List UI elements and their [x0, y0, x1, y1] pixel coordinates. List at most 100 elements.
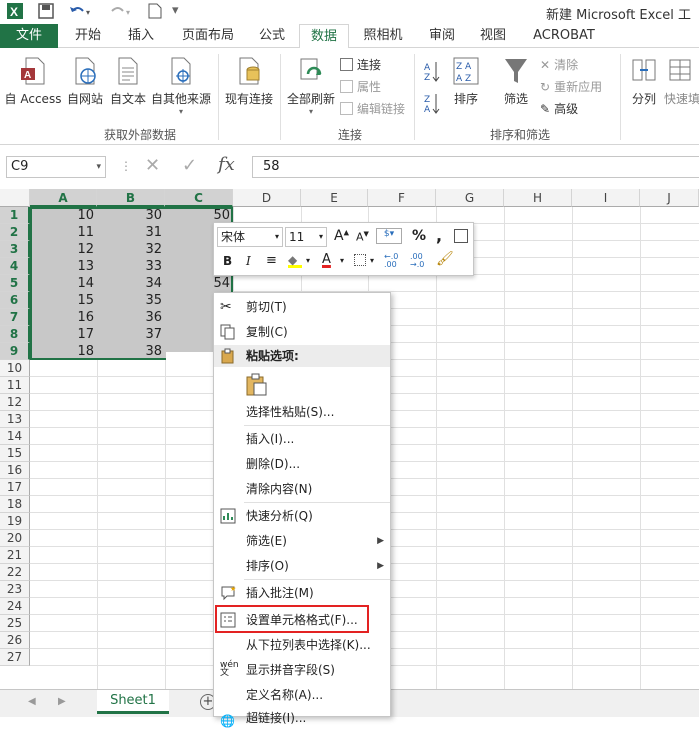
- tab-data[interactable]: 数据: [299, 24, 349, 49]
- col-header-i[interactable]: I: [572, 189, 640, 207]
- tab-page-layout[interactable]: 页面布局: [172, 24, 244, 48]
- from-access-button[interactable]: A 自 Access: [2, 56, 64, 107]
- cell-b4[interactable]: 33: [97, 258, 165, 275]
- col-header-g[interactable]: G: [436, 189, 504, 207]
- row-header[interactable]: 6: [0, 292, 30, 309]
- comma-style-button[interactable]: ,: [436, 226, 442, 245]
- row-header[interactable]: 3: [0, 241, 30, 258]
- number-format-icon[interactable]: $▾: [376, 228, 402, 244]
- font-name-select[interactable]: 宋体 ▾: [217, 227, 283, 247]
- cell-a1[interactable]: 10: [30, 207, 97, 224]
- menu-item-define-name[interactable]: 定义名称(A)...: [214, 684, 390, 706]
- customize-qa-icon[interactable]: ▾: [172, 3, 179, 21]
- increase-decimal-icon[interactable]: ←.0.00: [384, 253, 398, 269]
- from-text-button[interactable]: 自文本: [107, 56, 149, 107]
- cell-b5[interactable]: 34: [97, 275, 165, 292]
- sheet-tab-sheet1[interactable]: Sheet1: [97, 690, 169, 714]
- tab-home[interactable]: 开始: [66, 24, 110, 48]
- row-header[interactable]: 5: [0, 275, 30, 292]
- col-header-c[interactable]: C: [165, 189, 233, 207]
- cell-b7[interactable]: 36: [97, 309, 165, 326]
- cancel-formula-icon[interactable]: ✕: [145, 155, 160, 176]
- row-header[interactable]: 1: [0, 207, 30, 224]
- confirm-formula-icon[interactable]: ✓: [182, 155, 197, 176]
- percent-style-button[interactable]: %: [412, 228, 426, 244]
- italic-button[interactable]: I: [246, 254, 251, 268]
- cell-a4[interactable]: 13: [30, 258, 97, 275]
- row-header[interactable]: 26: [0, 632, 30, 649]
- row-header[interactable]: 25: [0, 615, 30, 632]
- row-header[interactable]: 8: [0, 326, 30, 343]
- cell-a2[interactable]: 11: [30, 224, 97, 241]
- cell-b2[interactable]: 31: [97, 224, 165, 241]
- col-header-f[interactable]: F: [368, 189, 436, 207]
- col-header-j[interactable]: J: [640, 189, 699, 207]
- formula-input[interactable]: 58: [252, 156, 699, 178]
- menu-item-delete[interactable]: 删除(D)...: [214, 453, 390, 475]
- menu-item-show-phonetic[interactable]: wén 文显示拼音字段(S): [214, 659, 390, 681]
- row-header[interactable]: 22: [0, 564, 30, 581]
- row-header[interactable]: 20: [0, 530, 30, 547]
- select-all-corner[interactable]: [0, 189, 30, 207]
- decrease-font-icon[interactable]: A▼: [356, 230, 369, 244]
- menu-item-insert-comment[interactable]: ★ 插入批注(M): [214, 582, 390, 604]
- row-header[interactable]: 17: [0, 479, 30, 496]
- cell-b8[interactable]: 37: [97, 326, 165, 343]
- menu-item-filter[interactable]: 筛选(E) ▶: [214, 530, 390, 552]
- col-header-a[interactable]: A: [30, 189, 97, 207]
- menu-item-copy[interactable]: 复制(C): [214, 321, 390, 343]
- menu-item-sort[interactable]: 排序(O) ▶: [214, 555, 390, 577]
- new-file-icon[interactable]: [148, 3, 162, 21]
- row-header[interactable]: 10: [0, 360, 30, 377]
- col-header-d[interactable]: D: [233, 189, 301, 207]
- insert-function-icon[interactable]: fx: [218, 154, 235, 175]
- tab-formulas[interactable]: 公式: [250, 24, 294, 48]
- cell-c5[interactable]: 54: [165, 275, 233, 292]
- redo-icon[interactable]: ▾: [108, 3, 134, 21]
- cell-a7[interactable]: 16: [30, 309, 97, 326]
- cell-b6[interactable]: 35: [97, 292, 165, 309]
- fill-color-icon[interactable]: ◆: [288, 253, 302, 268]
- paste-option-icon[interactable]: [246, 373, 268, 397]
- cell-a9[interactable]: 18: [30, 343, 97, 360]
- save-icon[interactable]: [38, 3, 54, 21]
- menu-item-hyperlink[interactable]: 🌐 超链接(I)...: [214, 707, 390, 729]
- filter-button[interactable]: 筛选: [498, 56, 534, 107]
- text-to-columns-button[interactable]: 分列: [626, 56, 662, 107]
- row-header[interactable]: 21: [0, 547, 30, 564]
- edit-links-button[interactable]: 编辑链接: [340, 100, 405, 118]
- flash-fill-button[interactable]: 快速填: [664, 56, 699, 107]
- advanced-filter-button[interactable]: ✎ 高级: [540, 100, 578, 118]
- cell-a5[interactable]: 14: [30, 275, 97, 292]
- row-header[interactable]: 18: [0, 496, 30, 513]
- row-header[interactable]: 11: [0, 377, 30, 394]
- col-header-e[interactable]: E: [301, 189, 368, 207]
- menu-item-cut[interactable]: ✂ 剪切(T): [214, 296, 390, 318]
- menu-item-insert[interactable]: 插入(I)...: [214, 428, 390, 450]
- cell-b9[interactable]: 38: [97, 343, 165, 360]
- row-header[interactable]: 19: [0, 513, 30, 530]
- table-format-icon[interactable]: [454, 229, 468, 243]
- row-header[interactable]: 24: [0, 598, 30, 615]
- cell-b3[interactable]: 32: [97, 241, 165, 258]
- tab-file[interactable]: 文件: [0, 24, 58, 48]
- col-header-b[interactable]: B: [97, 189, 165, 207]
- chevron-down-icon[interactable]: ▾: [370, 256, 374, 265]
- row-header[interactable]: 9: [0, 343, 30, 360]
- row-header[interactable]: 27: [0, 649, 30, 666]
- row-header[interactable]: 14: [0, 428, 30, 445]
- row-header[interactable]: 13: [0, 411, 30, 428]
- reapply-button[interactable]: ↻ 重新应用: [540, 78, 602, 96]
- menu-item-paste-special[interactable]: 选择性粘贴(S)...: [214, 401, 390, 423]
- sort-az-button[interactable]: AZZA: [420, 58, 444, 123]
- cell-a3[interactable]: 12: [30, 241, 97, 258]
- chevron-down-icon[interactable]: ▾: [340, 256, 344, 265]
- properties-button[interactable]: 属性: [340, 78, 381, 96]
- clear-filter-button[interactable]: ✕ 清除: [540, 56, 578, 74]
- from-other-sources-button[interactable]: 自其他来源 ▾: [148, 56, 214, 116]
- row-header[interactable]: 12: [0, 394, 30, 411]
- bold-button[interactable]: B: [223, 254, 232, 268]
- tab-view[interactable]: 视图: [471, 24, 515, 48]
- increase-font-icon[interactable]: A▲: [334, 228, 349, 244]
- existing-connections-button[interactable]: 现有连接: [222, 56, 276, 107]
